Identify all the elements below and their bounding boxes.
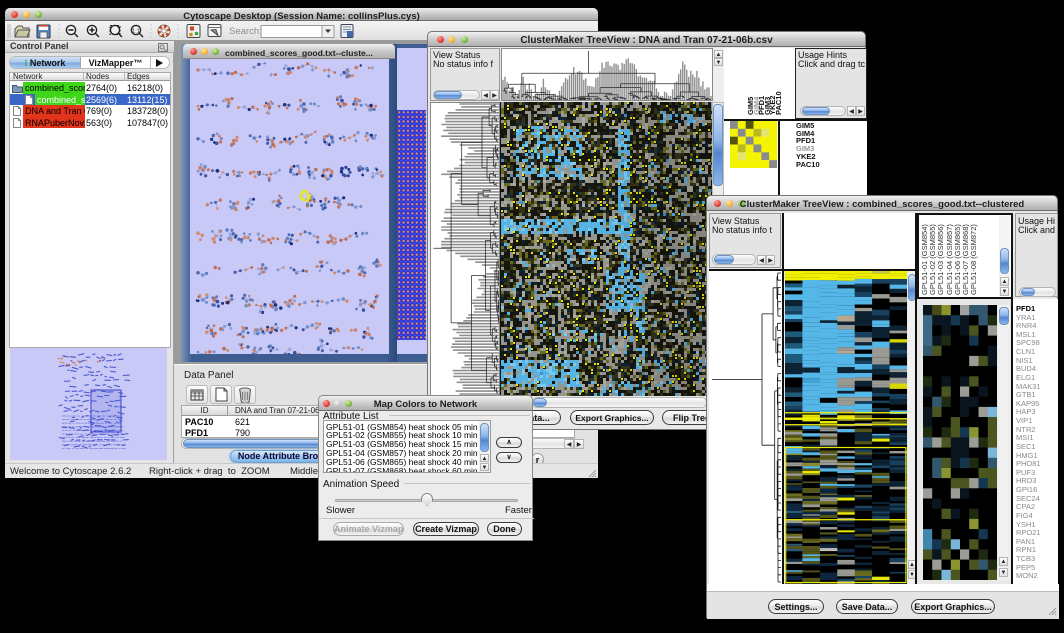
svg-text:1:1: 1:1 [132,29,140,35]
svg-text:Search:: Search: [229,26,262,37]
